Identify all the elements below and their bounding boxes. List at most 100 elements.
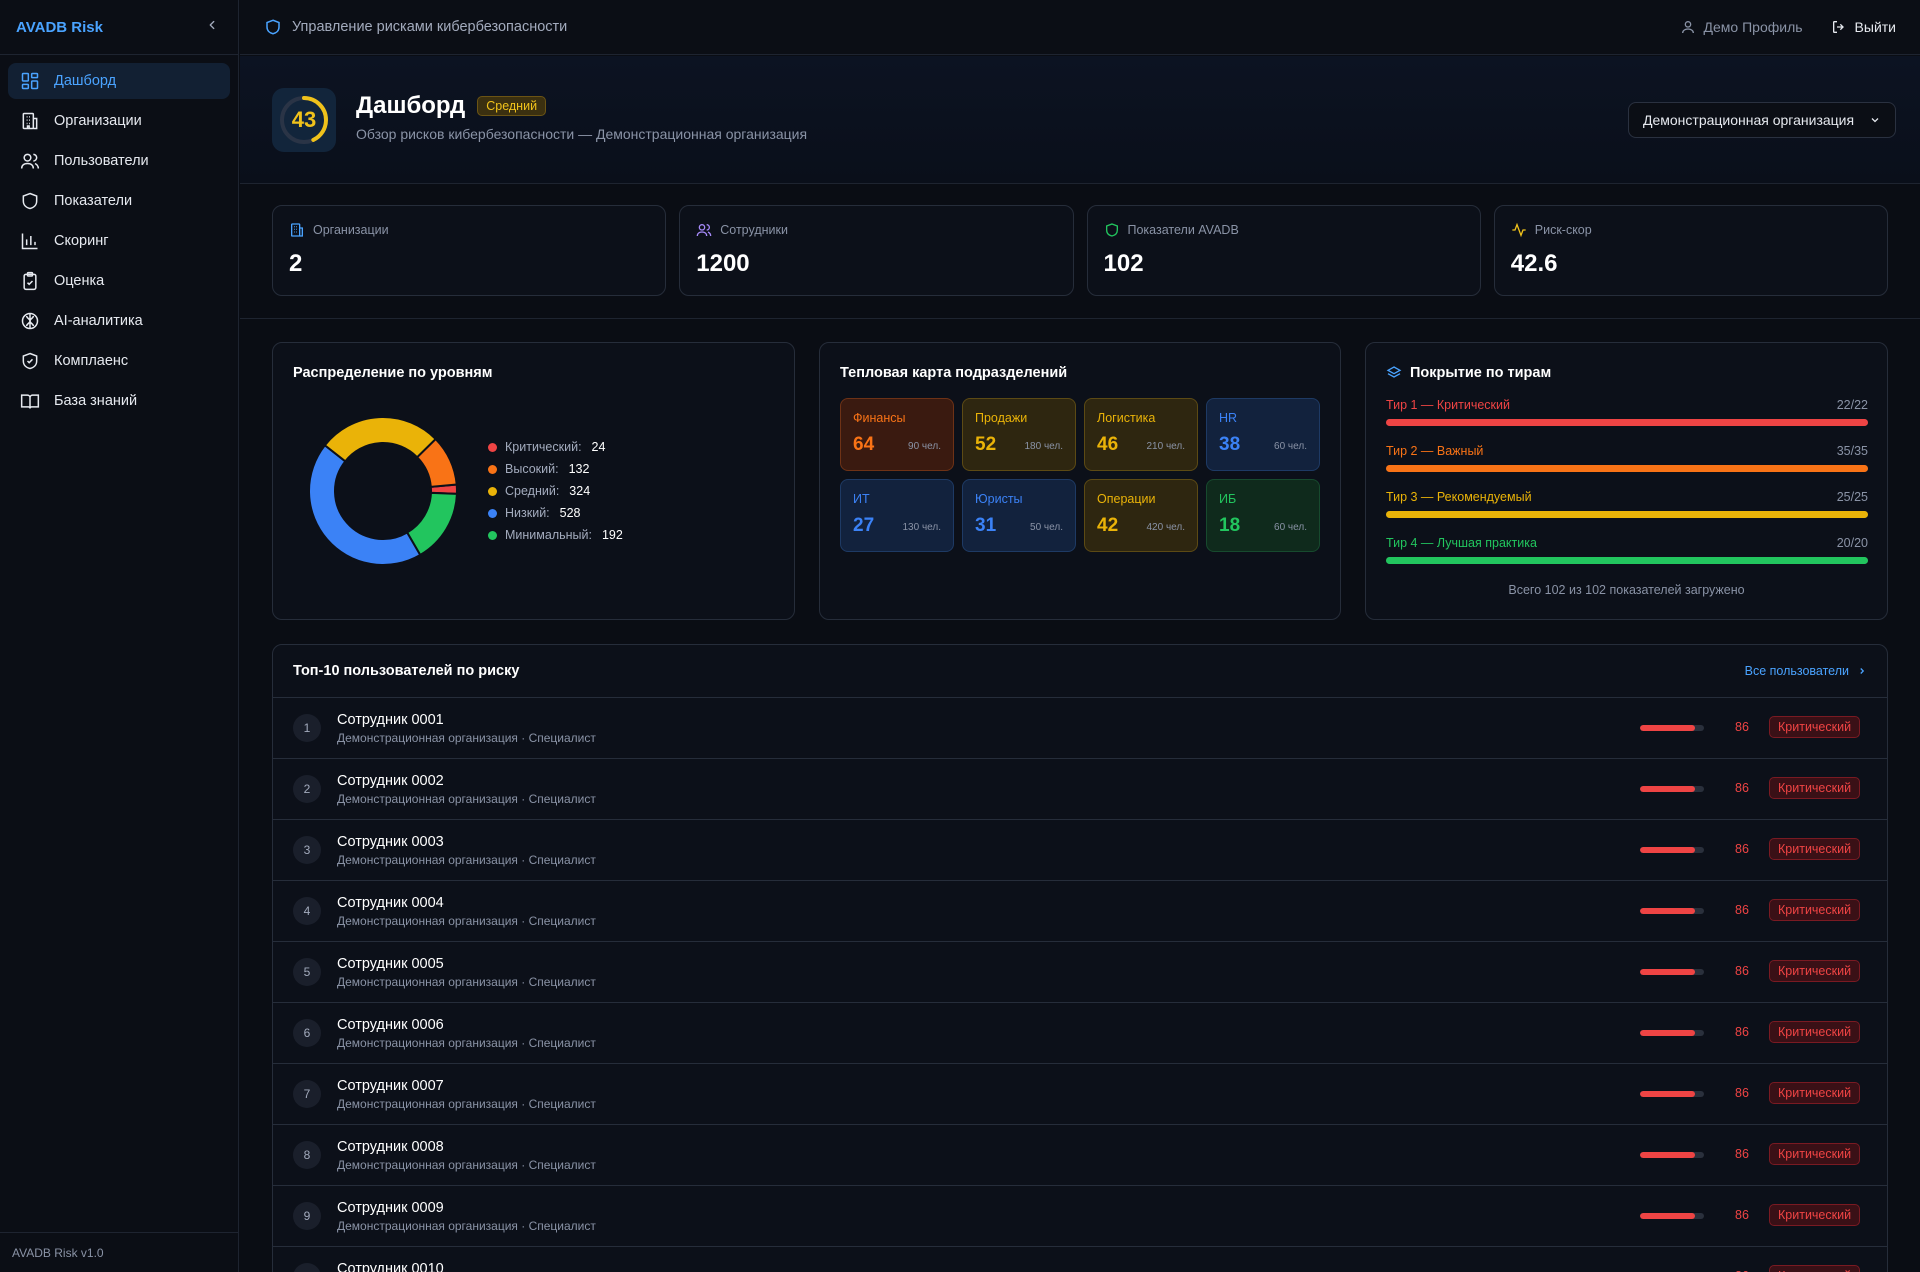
sidebar-item-organizations[interactable]: Организации (8, 103, 230, 139)
profile-link[interactable]: Демо Профиль (1680, 19, 1803, 35)
risk-score-value: 86 (1735, 842, 1749, 856)
heatmap-cell[interactable]: Финансы 64 90 чел. (840, 398, 954, 471)
stat-label: Риск-скор (1534, 223, 1592, 237)
department-headcount: 130 чел. (902, 522, 941, 533)
user-subtitle: Демонстрационная организация · Специалис… (337, 1035, 596, 1050)
tier-coverage-card: Покрытие по тирам Тир 1 — Критический 22/… (1365, 342, 1888, 620)
user-subtitle: Демонстрационная организация · Специалис… (337, 1096, 596, 1111)
risk-score-fill (1640, 1030, 1696, 1036)
table-row[interactable]: 2 Сотрудник 0002 Демонстрационная организа… (273, 759, 1887, 820)
heatmap-grid: Финансы 64 90 чел. Продажи 52 180 чел. Логисти… (840, 398, 1320, 552)
organization-select[interactable]: Демонстрационная организация (1628, 102, 1896, 138)
top-users-table: Топ-10 пользователей по риску Все пользо… (272, 644, 1888, 1272)
rank-badge: 6 (293, 1019, 321, 1047)
shield-icon (266, 19, 280, 35)
tier-coverage-footer: Всего 102 из 102 показателей загружено (1508, 583, 1745, 597)
brand-logo[interactable]: AVADB Risk (16, 19, 103, 36)
table-row[interactable]: 1 Сотрудник 0001 Демонстрационная организа… (273, 698, 1887, 759)
heatmap-cell[interactable]: Продажи 52 180 чел. (962, 398, 1076, 471)
table-row[interactable]: 9 Сотрудник 0009 Демонстрационная организа… (273, 1186, 1887, 1247)
department-headcount: 420 чел. (1146, 522, 1185, 533)
department-score: 38 (1219, 434, 1241, 455)
collapse-sidebar-button[interactable] (202, 18, 222, 37)
tier-coverage-title: Покрытие по тирам (1410, 365, 1552, 381)
stat-label: Показатели AVADB (1127, 223, 1239, 237)
sidebar-item-scoring[interactable]: Скоринг (8, 223, 230, 259)
heatmap-cell[interactable]: ИБ 18 60 чел. (1206, 479, 1320, 552)
tier-progress-bar (1386, 465, 1868, 472)
stat-value: 42.6 (1510, 250, 1558, 277)
rank-badge: 4 (293, 897, 321, 925)
stat-card-indicators: Показатели AVADB 102 (1086, 205, 1481, 296)
risk-level-badge: Критический (1769, 1082, 1861, 1104)
heatmap-cell[interactable]: Операции 42 420 чел. (1084, 479, 1198, 552)
shield-check-icon (22, 352, 38, 370)
tier-item: Тир 3 — Рекомендуемый 25/25 (1386, 490, 1868, 518)
user-icon (1681, 21, 1694, 34)
chevron-left-icon (209, 20, 215, 29)
table-row[interactable]: 10Сотрудник 0010Демонстрационная организ… (273, 1247, 1887, 1272)
risk-level-badge: Критический (1769, 1204, 1861, 1226)
tier-progress-fill (1386, 557, 1868, 564)
tier-progress-bar (1386, 419, 1868, 426)
logout-button[interactable]: Выйти (1831, 19, 1896, 35)
risk-score-value: 86 (1735, 1025, 1749, 1039)
tier-count: 20/20 (1836, 536, 1868, 550)
sidebar-item-ai-analytics[interactable]: AI-аналитика (8, 303, 230, 339)
layers-icon (1386, 366, 1402, 378)
table-row[interactable]: 5 Сотрудник 0005 Демонстрационная организа… (273, 942, 1887, 1003)
sidebar: AVADB Risk Дашборд Организации Пользоват… (0, 0, 239, 1272)
all-users-link-label: Все пользователи (1744, 664, 1849, 678)
department-score: 27 (853, 515, 875, 536)
shield-icon (22, 192, 38, 210)
sidebar-item-dashboard[interactable]: Дашборд (8, 63, 230, 99)
sidebar-item-indicators[interactable]: Показатели (8, 183, 230, 219)
risk-score-bar (1640, 1213, 1704, 1219)
department-headcount: 180 чел. (1024, 441, 1063, 452)
stats-row: Организации 2 Сотрудники 1200 Показатели… (272, 205, 1888, 296)
stat-card-risk-score: Риск-скор 42.6 (1493, 205, 1888, 296)
book-icon (20, 394, 40, 409)
legend-item: Минимальный: 192 (488, 524, 623, 546)
heatmap-cell[interactable]: Юристы 31 50 чел. (962, 479, 1076, 552)
risk-score-fill (1640, 725, 1696, 731)
table-row[interactable]: 8 Сотрудник 0008 Демонстрационная организа… (273, 1125, 1887, 1186)
tier-count: 35/35 (1836, 444, 1868, 458)
legend-count: 192 (601, 528, 623, 542)
all-users-link[interactable]: Все пользователи (1745, 664, 1867, 678)
user-subtitle: Демонстрационная организация · Специалис… (337, 913, 596, 928)
dashboard-icon (21, 72, 39, 90)
clipboard-check-icon (23, 271, 37, 291)
top-users-header: Топ-10 пользователей по риску Все пользо… (273, 645, 1887, 698)
heatmap-title: Тепловая карта подразделений (840, 365, 1068, 381)
heatmap-cell[interactable]: Логистика 46 210 чел. (1084, 398, 1198, 471)
risk-score-gauge: 43 (272, 88, 336, 152)
rank-badge: 3 (293, 836, 321, 864)
tier-label: Тир 2 — Важный (1386, 444, 1484, 458)
tier-progress-fill (1386, 511, 1868, 518)
table-row[interactable]: 6 Сотрудник 0006 Демонстрационная организа… (273, 1003, 1887, 1064)
sidebar-item-compliance[interactable]: Комплаенс (8, 343, 230, 379)
heatmap-cell[interactable]: ИТ 27 130 чел. (840, 479, 954, 552)
risk-score-bar (1640, 786, 1704, 792)
user-subtitle: Демонстрационная организация · Специалис… (337, 852, 596, 867)
risk-score-bar (1640, 725, 1704, 731)
tier-item: Тир 4 — Лучшая практика 20/20 (1386, 536, 1868, 564)
sidebar-item-label: Пользователи (54, 153, 149, 169)
table-row[interactable]: 3 Сотрудник 0003 Демонстрационная организа… (273, 820, 1887, 881)
user-name: Сотрудник 0007 (337, 1077, 444, 1094)
user-name: Сотрудник 0010 (337, 1260, 444, 1272)
tier-progress-bar (1386, 557, 1868, 564)
table-row[interactable]: 7 Сотрудник 0007 Демонстрационная организа… (273, 1064, 1887, 1125)
heatmap-cell[interactable]: HR 38 60 чел. (1206, 398, 1320, 471)
risk-level-badge: Критический (1769, 777, 1861, 799)
sidebar-item-label: Дашборд (54, 73, 117, 89)
sidebar-item-assessment[interactable]: Оценка (8, 263, 230, 299)
department-score: 18 (1219, 515, 1241, 536)
sidebar-item-users[interactable]: Пользователи (8, 143, 230, 179)
table-row[interactable]: 4 Сотрудник 0004 Демонстрационная организа… (273, 881, 1887, 942)
user-subtitle: Демонстрационная организация · Специалис… (337, 1218, 596, 1233)
profile-name: Демо Профиль (1703, 19, 1803, 35)
sidebar-item-knowledge-base[interactable]: База знаний (8, 383, 230, 419)
user-name: Сотрудник 0009 (337, 1199, 444, 1216)
